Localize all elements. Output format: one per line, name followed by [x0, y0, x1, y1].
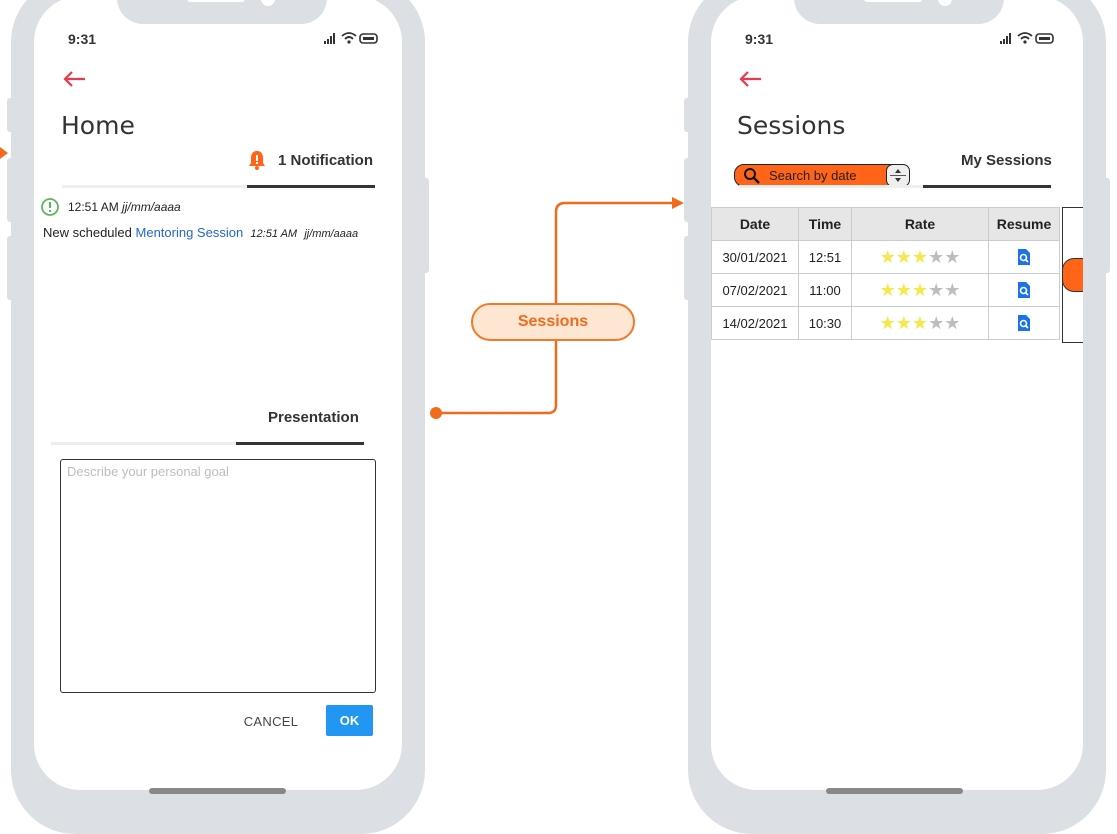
star-empty-icon[interactable]: ★ — [944, 280, 960, 300]
cell-date: 07/02/2021 — [711, 273, 799, 307]
star-filled-icon[interactable]: ★ — [912, 247, 928, 267]
table-row[interactable]: 30/01/2021 12:51 ★★★★★ — [711, 240, 1060, 274]
cell-time: 11:00 — [798, 273, 852, 307]
notification-msg-date: jj/mm/aaaa — [304, 228, 359, 240]
star-empty-icon[interactable]: ★ — [944, 247, 960, 267]
cell-date: 30/01/2021 — [711, 240, 799, 274]
status-icons — [1000, 32, 1054, 44]
star-filled-icon[interactable]: ★ — [896, 247, 912, 267]
notification-text: New scheduled — [43, 225, 132, 240]
tab-my-sessions[interactable]: My Sessions — [961, 152, 1052, 169]
search-input[interactable] — [769, 167, 881, 184]
column-header-resume[interactable]: Resume — [988, 207, 1060, 241]
date-spinner[interactable] — [886, 164, 910, 187]
rating-stars[interactable]: ★★★★★ — [851, 240, 989, 274]
phone-notch — [117, 0, 327, 24]
page-title: Sessions — [737, 111, 846, 140]
presentation-indicator — [236, 442, 364, 445]
notification-date: jj/mm/aaaa — [122, 200, 181, 214]
rating-stars[interactable]: ★★★★★ — [851, 273, 989, 307]
bell-icon — [249, 151, 265, 170]
mentoring-session-link[interactable]: Mentoring Session — [136, 225, 244, 240]
tab-notification[interactable]: 1 Notification — [278, 152, 373, 169]
resume-search-icon[interactable] — [1016, 314, 1032, 331]
star-empty-icon[interactable]: ★ — [944, 313, 960, 333]
notification-msg-time: 12:51 AM — [250, 228, 298, 240]
side-drawer-handle[interactable] — [1062, 258, 1083, 292]
cell-time: 10:30 — [798, 306, 852, 340]
cell-date: 14/02/2021 — [711, 306, 799, 340]
column-header-date[interactable]: Date — [711, 207, 799, 241]
tab-indicator — [247, 185, 375, 188]
home-indicator — [826, 788, 963, 794]
star-filled-icon[interactable]: ★ — [912, 280, 928, 300]
star-filled-icon[interactable]: ★ — [896, 313, 912, 333]
resume-cell — [988, 240, 1060, 274]
tab-indicator — [923, 185, 1051, 188]
star-empty-icon[interactable]: ★ — [928, 247, 944, 267]
status-icons — [324, 32, 378, 44]
star-filled-icon[interactable]: ★ — [880, 313, 896, 333]
star-filled-icon[interactable]: ★ — [912, 313, 928, 333]
status-time: 9:31 — [745, 31, 774, 47]
ok-button[interactable]: OK — [326, 705, 373, 736]
star-empty-icon[interactable]: ★ — [928, 313, 944, 333]
table-row[interactable]: 14/02/2021 10:30 ★★★★★ — [711, 306, 1060, 340]
column-header-time[interactable]: Time — [798, 207, 852, 241]
cell-time: 12:51 — [798, 240, 852, 274]
page-title: Home — [61, 111, 135, 140]
resume-search-icon[interactable] — [1016, 248, 1032, 265]
personal-goal-textarea[interactable] — [60, 459, 376, 693]
sessions-flow-label: Sessions — [471, 303, 635, 341]
column-header-rate[interactable]: Rate — [851, 207, 989, 241]
search-icon — [744, 168, 760, 184]
resume-cell — [988, 273, 1060, 307]
resume-cell — [988, 306, 1060, 340]
notification-timestamp: 12:51 AM jj/mm/aaaa — [68, 200, 181, 214]
status-time: 9:31 — [68, 31, 97, 47]
back-arrow-icon[interactable] — [737, 66, 763, 92]
phone-notch — [794, 0, 1004, 24]
spinner-arrows-icon — [890, 169, 906, 182]
rating-stars[interactable]: ★★★★★ — [851, 306, 989, 340]
notification-message: New scheduled Mentoring Session 12:51 AM… — [43, 225, 358, 240]
notification-time: 12:51 AM — [68, 200, 119, 214]
star-filled-icon[interactable]: ★ — [880, 247, 896, 267]
sessions-table: Date Time Rate Resume 30/01/2021 12:51 ★… — [711, 207, 1060, 340]
star-empty-icon[interactable]: ★ — [928, 280, 944, 300]
star-filled-icon[interactable]: ★ — [880, 280, 896, 300]
cancel-button[interactable]: CANCEL — [236, 706, 306, 736]
table-row[interactable]: 07/02/2021 11:00 ★★★★★ — [711, 273, 1060, 307]
star-filled-icon[interactable]: ★ — [896, 280, 912, 300]
alert-circle-icon — [41, 198, 59, 216]
search-field[interactable] — [734, 164, 910, 187]
resume-search-icon[interactable] — [1016, 281, 1032, 298]
home-indicator — [149, 788, 286, 794]
tab-presentation[interactable]: Presentation — [268, 409, 359, 426]
back-arrow-icon[interactable] — [61, 66, 87, 92]
